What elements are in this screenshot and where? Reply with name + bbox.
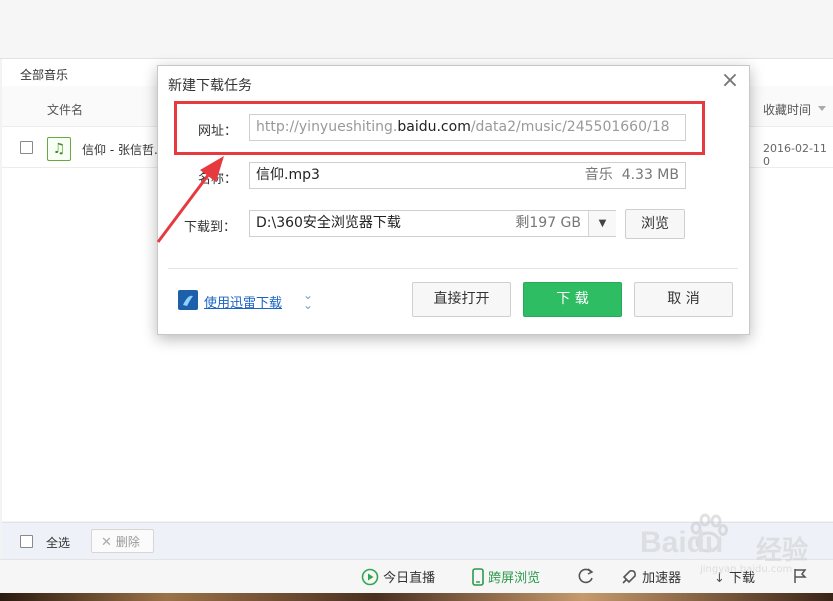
annotation-arrow-icon — [156, 156, 224, 243]
column-header-time[interactable]: 收藏时间 — [763, 101, 811, 118]
close-icon[interactable]: × — [718, 70, 742, 94]
dialog-divider — [168, 268, 738, 269]
live-label: 今日直播 — [383, 571, 436, 586]
cancel-button[interactable]: 取 消 — [634, 282, 733, 317]
watermark-url: jingyan.baidu.com — [700, 564, 793, 575]
row-checkbox[interactable] — [20, 141, 33, 154]
filename-field[interactable]: 信仰.mp3 音乐 4.33 MB — [249, 162, 686, 189]
browse-button[interactable]: 浏览 — [625, 209, 685, 239]
watermark-brand: Baidu — [640, 526, 724, 559]
row-filename[interactable]: 信仰 - 张信哲. — [82, 141, 158, 158]
baidu-jingyan-watermark: Baidu 经验 jingyan.baidu.com — [640, 512, 830, 575]
thunder-download-link[interactable]: 使用迅雷下载 — [204, 292, 282, 311]
path-dropdown-icon[interactable]: ▼ — [588, 211, 616, 236]
section-label-all-music[interactable]: 全部音乐 — [20, 66, 68, 83]
rocket-icon — [622, 570, 636, 584]
file-type: 音乐 — [584, 167, 613, 183]
accelerator-label: 加速器 — [642, 571, 682, 586]
close-icon: ✕ — [101, 535, 112, 550]
select-all-label[interactable]: 全选 — [46, 534, 70, 551]
free-space: 剩197 GB — [515, 215, 581, 231]
url-highlight-box — [174, 101, 705, 155]
delete-button[interactable]: ✕ 删除 — [91, 529, 154, 553]
cross-screen-label: 跨屏浏览 — [488, 571, 541, 586]
watermark-cn: 经验 — [756, 536, 809, 566]
dialog-title: 新建下载任务 — [168, 78, 252, 94]
background-photo-strip — [0, 593, 833, 601]
delete-label: 删除 — [115, 535, 140, 549]
select-all-checkbox[interactable] — [20, 535, 33, 548]
music-file-icon: ♫ — [47, 137, 71, 161]
thunder-logo-icon — [178, 290, 198, 310]
browser-top-area — [0, 0, 833, 59]
refresh-icon[interactable] — [577, 567, 595, 585]
double-chevron-down-icon[interactable]: ⌄ ⌄ — [303, 289, 313, 311]
play-circle-icon — [361, 568, 379, 586]
open-directly-button[interactable]: 直接打开 — [412, 282, 511, 317]
row-date: 2016-02-11 0 — [763, 142, 827, 168]
save-path-field[interactable]: D:\360安全浏览器下载 剩197 GB — [249, 210, 616, 237]
live-button[interactable]: 今日直播 — [361, 567, 435, 586]
phone-icon — [472, 568, 484, 586]
download-button[interactable]: 下 载 — [523, 282, 622, 317]
cross-screen-button[interactable]: 跨屏浏览 — [472, 567, 540, 586]
column-header-filename[interactable]: 文件名 — [47, 101, 83, 118]
sort-down-icon[interactable] — [818, 106, 826, 111]
file-size: 4.33 MB — [621, 167, 679, 183]
